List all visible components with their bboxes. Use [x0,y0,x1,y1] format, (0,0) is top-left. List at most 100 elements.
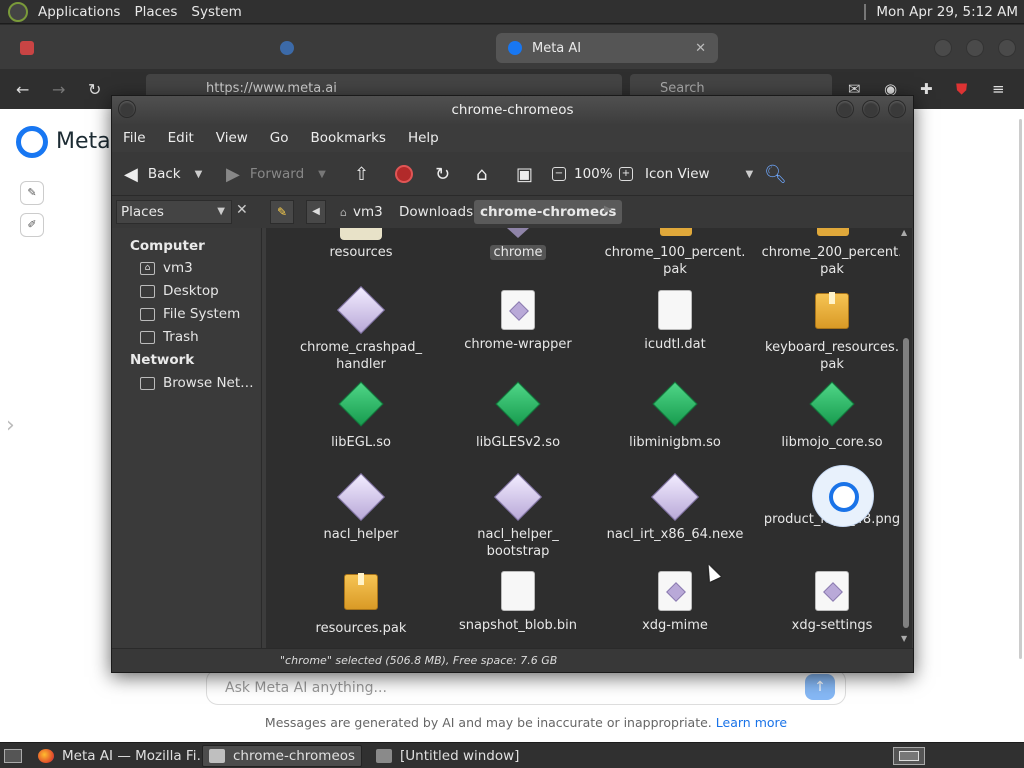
sidebar-item-vm3[interactable]: ⌂ vm3 [140,260,193,276]
close-window-button[interactable] [998,39,1016,57]
window-menu-button[interactable] [118,100,136,118]
file-item[interactable]: nacl_helper_ bootstrap [443,472,593,560]
applications-menu[interactable]: Applications [34,4,124,20]
up-button[interactable]: ⇧ [354,152,379,196]
file-item[interactable]: icudtl.dat [600,290,750,353]
task-chrome-chromeos[interactable]: chrome-chromeos [202,745,363,767]
sidebar-item-browse-network[interactable]: Browse Net… [140,375,254,391]
menu-file[interactable]: File [112,130,157,146]
file-item[interactable]: keyboard_resources. pak [757,290,907,373]
reload-icon[interactable]: ↻ [88,80,101,99]
file-item-selected[interactable]: chrome [443,228,593,261]
forward-arrow-icon[interactable]: → [52,80,65,99]
file-item[interactable]: libGLESv2.so [443,381,593,451]
hamburger-menu-icon[interactable]: ≡ [992,80,1005,98]
minimize-button[interactable] [836,100,854,118]
maximize-button[interactable] [966,39,984,57]
file-item[interactable]: nacl_helper [286,472,436,543]
file-item[interactable]: resources [286,228,436,261]
chevron-down-icon[interactable]: ▼ [318,169,326,180]
reload-button[interactable]: ↻ [435,152,460,196]
menu-go[interactable]: Go [259,130,300,146]
show-desktop-icon[interactable] [4,749,22,763]
workspace-switcher[interactable] [893,747,925,765]
path-scroll-left-icon[interactable]: ◀ [306,200,326,224]
zoom-out-button[interactable]: − 100% [552,152,613,196]
meta-ai-icon [508,41,522,55]
content-scrollbar[interactable]: ▲ ▼ [900,228,912,648]
clock[interactable]: Mon Apr 29, 5:12 AM [876,4,1018,20]
path-scroll-right-icon[interactable]: ▶ [604,204,612,215]
close-tab-icon[interactable]: ✕ [695,41,706,56]
back-button[interactable]: ◀ Back ▼ [124,152,202,196]
new-chat-icon[interactable]: ✎ [20,181,44,205]
zoom-in-button[interactable]: + [619,152,641,196]
tab-meta-ai[interactable]: Meta AI ✕ [496,33,718,63]
computer-button[interactable]: ▣ [516,152,543,196]
sidebar-places-select[interactable]: Places ▼ [116,200,232,224]
file-icon-wrapper [493,472,543,522]
file-item[interactable]: product_logo_48.png [757,465,907,528]
document-icon [658,290,692,330]
places-menu[interactable]: Places [130,4,181,20]
sidebar-item-desktop[interactable]: Desktop [140,283,219,299]
home-button[interactable]: ⌂ [476,152,497,196]
maximize-button[interactable] [862,100,880,118]
task-firefox[interactable]: Meta AI — Mozilla Fi… [32,745,216,767]
scroll-down-icon[interactable]: ▼ [901,634,907,643]
task-untitled-window[interactable]: [Untitled window] [370,745,525,767]
document-icon [501,571,535,611]
menu-bookmarks[interactable]: Bookmarks [300,130,397,146]
file-item[interactable]: nacl_irt_x86_64.nexe [600,472,750,543]
file-item[interactable]: xdg-settings [757,571,907,634]
view-mode-select[interactable]: Icon View ▼ [645,152,753,196]
send-button[interactable]: ↑ [805,674,835,700]
file-item[interactable]: xdg-mime [600,571,750,634]
search-button[interactable]: 🔍︎ [764,152,797,196]
file-item[interactable]: chrome_100_percent. pak [600,228,750,278]
file-item[interactable]: chrome_200_percent. pak [757,228,907,278]
package-icon [817,228,849,236]
scroll-up-icon[interactable]: ▲ [901,228,907,237]
file-item[interactable]: resources.pak [286,571,436,637]
stop-button[interactable] [395,152,413,196]
page-scrollbar[interactable] [1019,119,1022,659]
sidebar-item-trash[interactable]: Trash [140,329,199,345]
chevron-down-icon[interactable]: ▼ [195,169,203,180]
tab-steam[interactable] [280,33,480,63]
tab-gmail[interactable] [20,33,260,63]
edit-location-icon[interactable]: ✎ [270,200,294,224]
learn-more-link[interactable]: Learn more [716,715,787,730]
forward-button[interactable]: ▶ Forward ▼ [226,152,326,196]
breadcrumb-downloads[interactable]: Downloads [393,200,479,224]
sidebar-item-file-system[interactable]: File System [140,306,240,322]
file-icon-wrapper [812,571,852,611]
window-titlebar[interactable]: chrome-chromeos [112,96,913,124]
meta-logo-icon[interactable] [16,126,48,158]
home-folder-icon: ⌂ [340,206,347,219]
close-sidebar-icon[interactable]: ✕ [236,202,248,218]
close-button[interactable] [888,100,906,118]
breadcrumb-vm3[interactable]: ⌂ vm3 [334,200,389,224]
distro-logo-icon[interactable] [8,1,28,22]
ask-meta-input[interactable]: Ask Meta AI anything... ↑ [206,669,846,705]
scrollbar-thumb[interactable] [903,338,909,628]
file-item[interactable]: libEGL.so [286,381,436,451]
file-item[interactable]: snapshot_blob.bin [443,571,593,634]
menu-help[interactable]: Help [397,130,450,146]
edit-icon[interactable]: ✐ [20,213,44,237]
file-item[interactable]: chrome_crashpad_ handler [286,285,436,373]
system-menu[interactable]: System [187,4,245,20]
ublock-icon[interactable]: ⛊ [956,80,967,98]
file-item[interactable]: libminigbm.so [600,381,750,451]
file-item[interactable]: chrome-wrapper [443,290,593,353]
breadcrumb-chrome-chromeos[interactable]: chrome-chromeos [474,200,623,224]
menu-edit[interactable]: Edit [157,130,205,146]
extensions-icon[interactable]: ✚ [920,80,933,98]
chevron-right-icon[interactable]: › [6,413,15,438]
back-arrow-icon[interactable]: ← [16,80,29,99]
menu-view[interactable]: View [205,130,259,146]
minimize-button[interactable] [934,39,952,57]
script-icon [658,571,692,611]
file-item[interactable]: libmojo_core.so [757,381,907,451]
